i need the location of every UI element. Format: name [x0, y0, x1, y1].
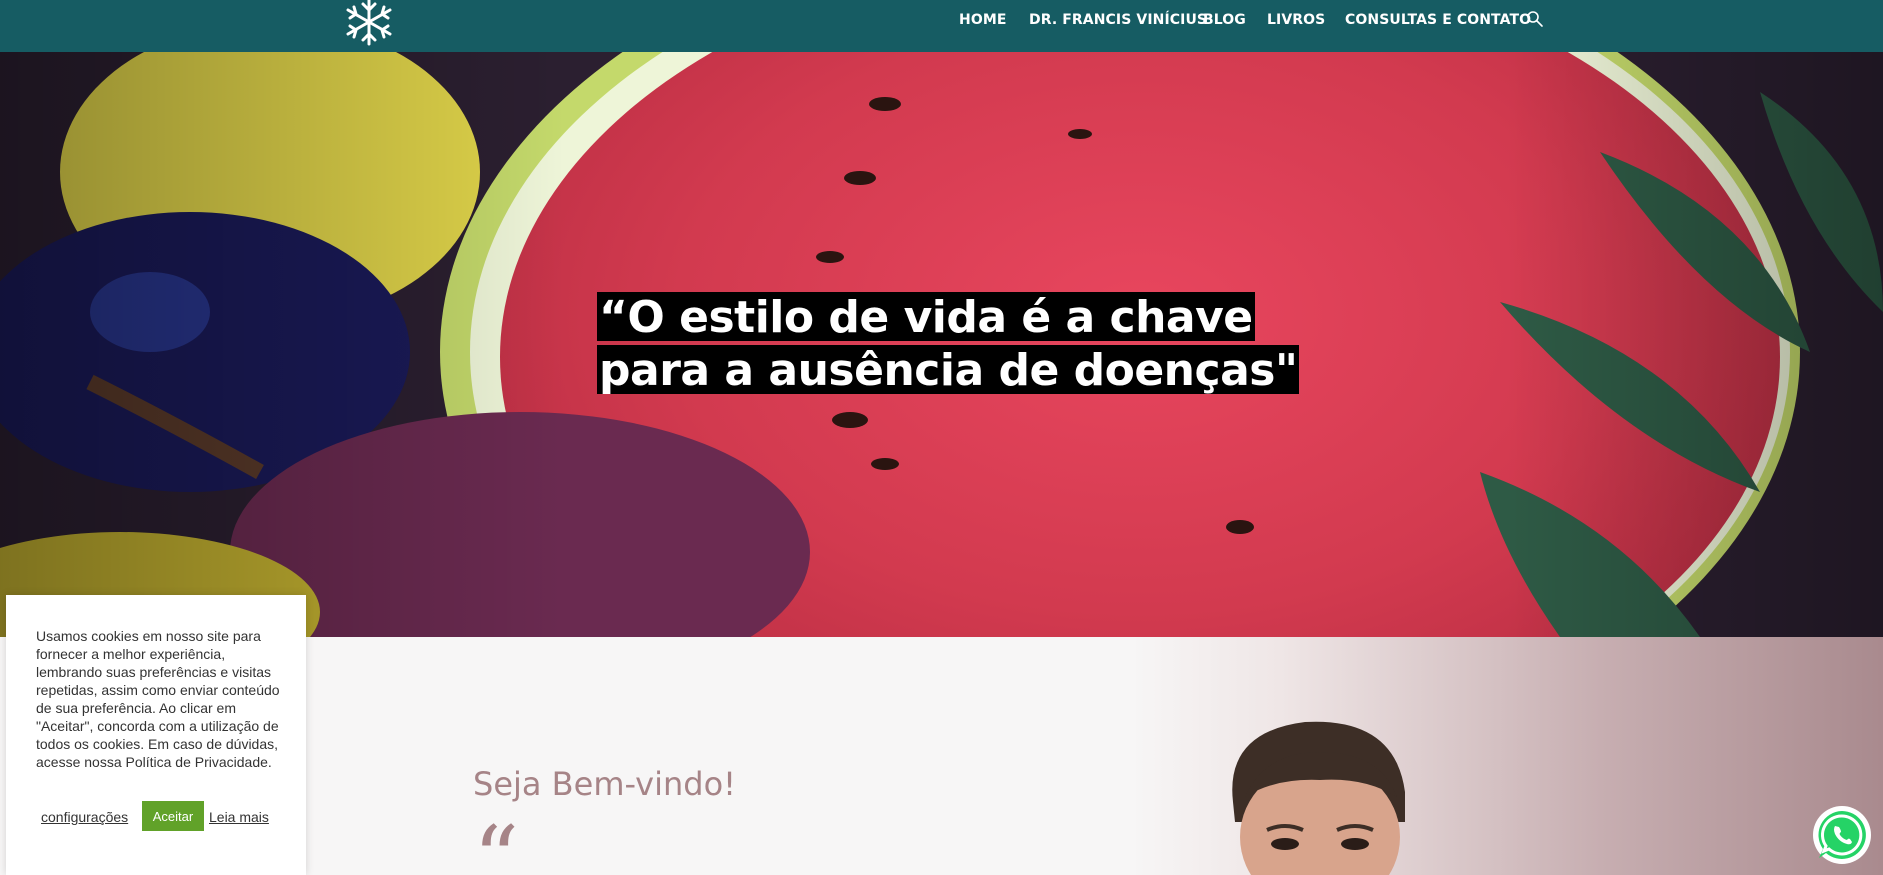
cookie-read-more-link[interactable]: Leia mais	[209, 809, 269, 825]
quote-mark-icon: “	[473, 807, 520, 875]
hero-quote-line-2: para a ausência de doenças"	[597, 345, 1300, 396]
doctor-portrait	[1205, 712, 1435, 875]
cookie-settings-link[interactable]: configurações	[41, 809, 128, 825]
nav-home[interactable]: HOME	[959, 12, 1007, 28]
hero-quote-line-1: “O estilo de vida é a chave	[597, 292, 1255, 343]
top-navigation-bar: HOME DR. FRANCIS VINÍCIUS BLOG LIVROS CO…	[0, 0, 1883, 52]
nav-dr-francis-vinicius[interactable]: DR. FRANCIS VINÍCIUS	[1029, 12, 1207, 28]
search-icon[interactable]	[1526, 10, 1544, 28]
welcome-title: Seja Bem-vindo!	[473, 765, 736, 803]
whatsapp-icon[interactable]	[1812, 805, 1872, 865]
cookie-consent-banner: Usamos cookies em nosso site para fornec…	[6, 595, 306, 875]
cookie-consent-text: Usamos cookies em nosso site para fornec…	[36, 628, 280, 770]
snowflake-logo-icon[interactable]	[342, 0, 396, 46]
nav-livros[interactable]: LIVROS	[1267, 12, 1325, 28]
nav-consultas-e-contato[interactable]: CONSULTAS E CONTATO	[1345, 12, 1531, 28]
hero-banner: “O estilo de vida é a chave para a ausên…	[0, 52, 1883, 637]
cookie-accept-button[interactable]: Aceitar	[142, 801, 204, 831]
nav-blog[interactable]: BLOG	[1203, 12, 1246, 28]
